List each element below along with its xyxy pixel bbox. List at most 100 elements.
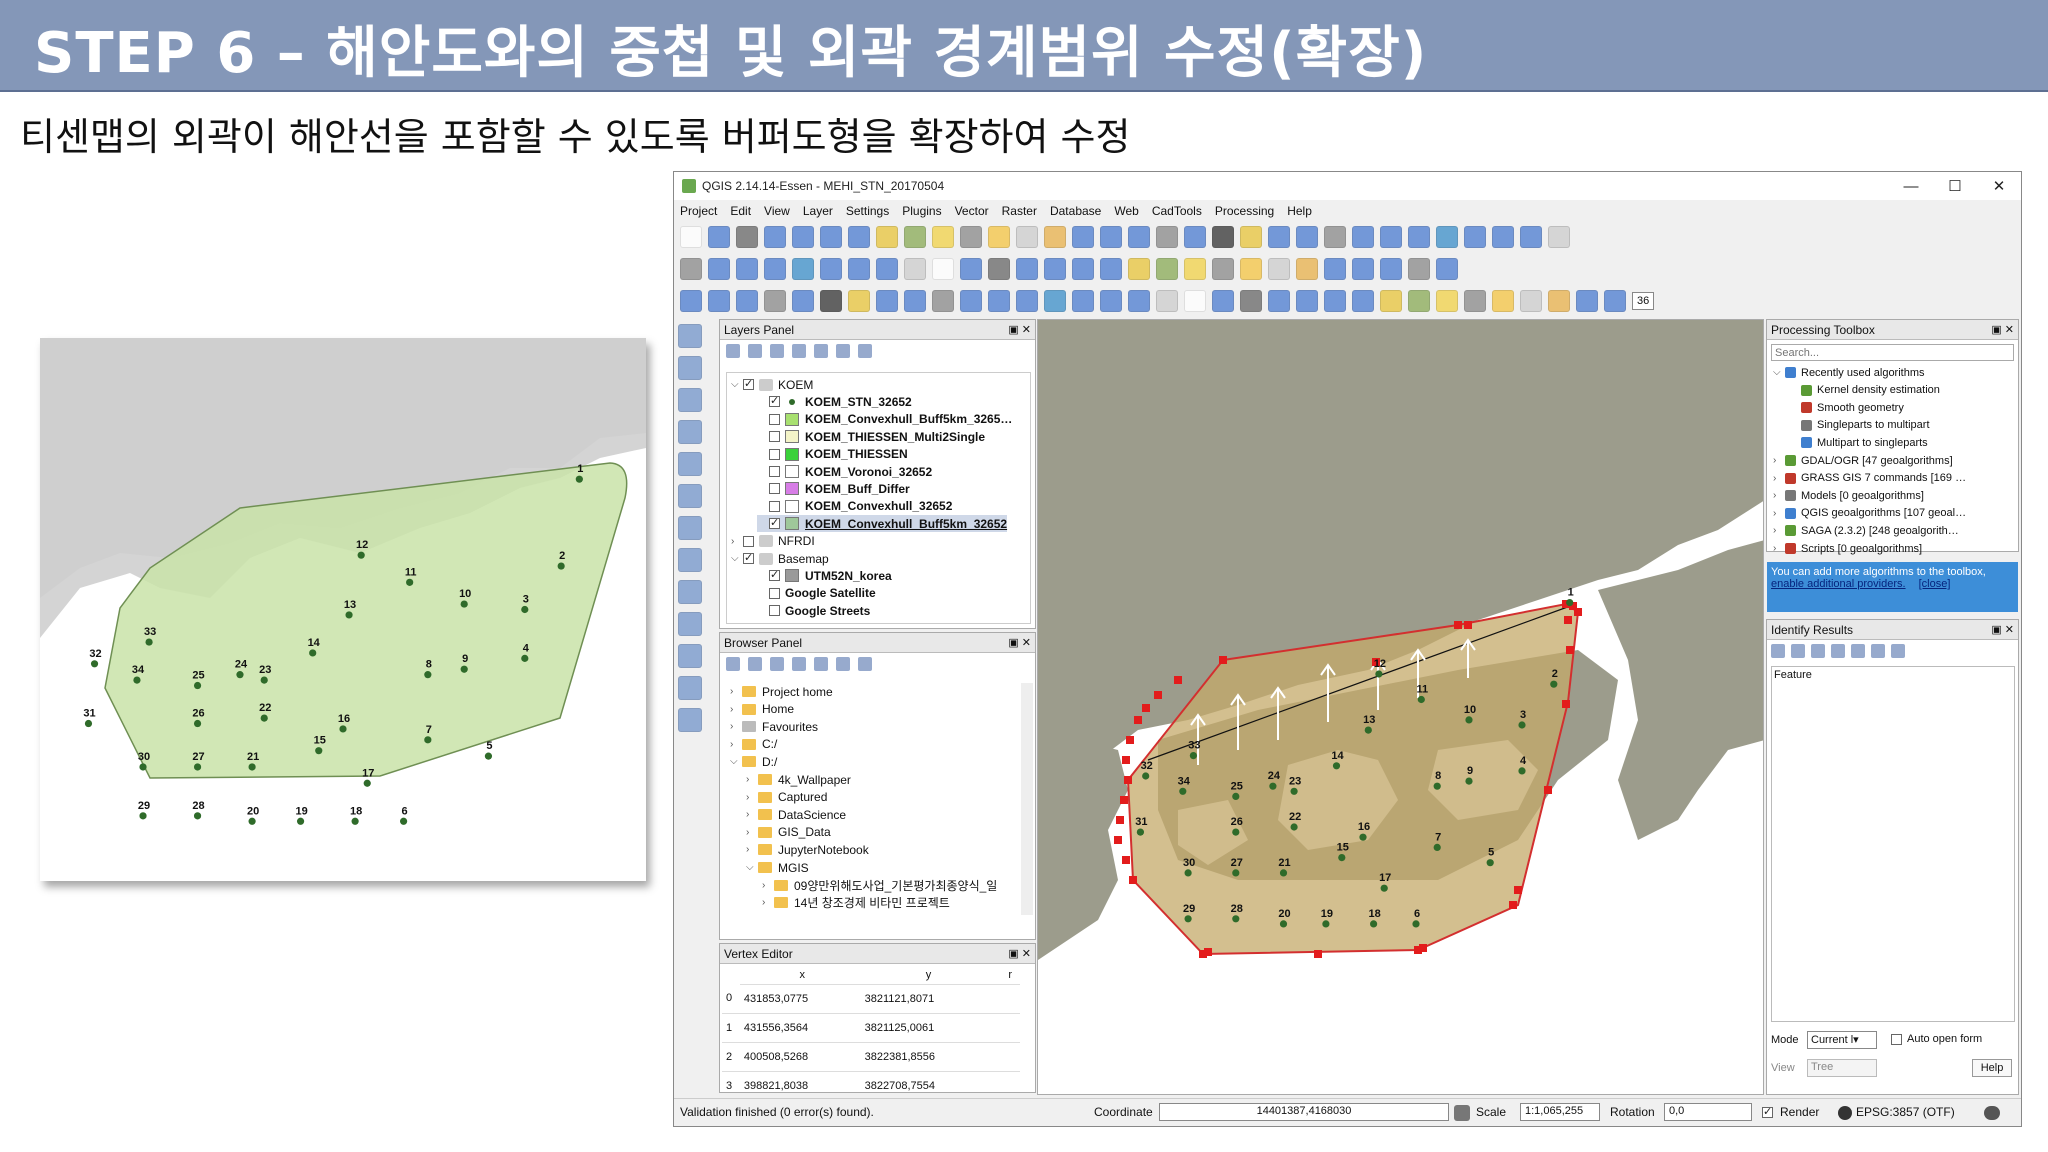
toolbar-button-2-18[interactable] [1156, 258, 1178, 280]
menu-processing[interactable]: Processing [1215, 204, 1274, 218]
scale-select[interactable]: 1:1,065,255 [1520, 1103, 1600, 1121]
messages-icon[interactable] [1984, 1106, 2000, 1120]
toolbar-button-3-26[interactable] [1380, 290, 1402, 312]
toolbar-button-3-32[interactable] [1548, 290, 1570, 312]
vertex-marker[interactable] [1544, 786, 1552, 794]
table-row[interactable]: 3 398821,8038 3822708,7554 [722, 1071, 1020, 1101]
toolbar-button-2-1[interactable] [680, 258, 702, 280]
side-toolbar-button-4[interactable] [678, 420, 702, 444]
vertex-cell[interactable]: 2 [722, 1042, 740, 1072]
vertex-marker[interactable] [1124, 776, 1132, 784]
vertex-cell[interactable]: 3822708,7554 [860, 1071, 993, 1101]
menu-web[interactable]: Web [1114, 204, 1138, 218]
processing-item[interactable]: Kernel density estimation [1801, 382, 1940, 399]
toolbar-button-1-32[interactable] [1548, 226, 1570, 248]
browsertools-button-6[interactable] [836, 657, 850, 671]
toolbar-button-3-13[interactable] [1016, 290, 1038, 312]
menu-project[interactable]: Project [680, 204, 717, 218]
toolbar-button-2-11[interactable] [960, 258, 982, 280]
toolbar-button-3-34[interactable] [1604, 290, 1626, 312]
side-toolbar-button-6[interactable] [678, 484, 702, 508]
identtools-button-7[interactable] [1891, 644, 1905, 658]
browsertools-button-4[interactable] [792, 657, 806, 671]
layer-visibility-checkbox[interactable] [743, 535, 754, 547]
layertools-button-3[interactable] [770, 344, 784, 358]
crs-status[interactable]: EPSG:3857 (OTF) [1856, 1105, 1955, 1119]
menu-settings[interactable]: Settings [846, 204, 889, 218]
identtools-button-1[interactable] [1771, 644, 1785, 658]
toolbar-button-1-5[interactable] [792, 226, 814, 248]
vertex-marker[interactable] [1134, 716, 1142, 724]
chevron-right-icon[interactable]: › [1773, 490, 1785, 501]
menu-vector[interactable]: Vector [955, 204, 989, 218]
menu-cadtools[interactable]: CadTools [1152, 204, 1202, 218]
chevron-right-icon[interactable]: › [746, 827, 758, 838]
toolbar-button-2-4[interactable] [764, 258, 786, 280]
side-toolbar-button-10[interactable] [678, 612, 702, 636]
browser-item[interactable]: › GIS_Data [746, 824, 831, 841]
toolbar-button-3-22[interactable] [1268, 290, 1290, 312]
layer-item[interactable]: KOEM_THIESSEN [757, 446, 908, 463]
chevron-right-icon[interactable]: › [1773, 508, 1785, 519]
toolbar-button-1-18[interactable] [1156, 226, 1178, 248]
chevron-down-icon[interactable]: ⌵ [746, 862, 758, 873]
close-info-link[interactable]: [close] [1919, 578, 1951, 590]
vertex-col-r[interactable]: r [992, 966, 1020, 985]
toolbar-button-2-19[interactable] [1184, 258, 1206, 280]
menu-database[interactable]: Database [1050, 204, 1101, 218]
layer-visibility-checkbox[interactable] [769, 466, 780, 477]
vertex-marker[interactable] [1564, 616, 1572, 624]
identify-help-button[interactable]: Help [1972, 1059, 2012, 1077]
toolbar-button-1-27[interactable] [1408, 226, 1430, 248]
chevron-right-icon[interactable]: › [762, 897, 774, 908]
layer-item[interactable]: ⌵ KOEM [731, 376, 813, 393]
vertex-marker[interactable] [1314, 950, 1322, 958]
vertex-marker[interactable] [1574, 608, 1582, 616]
toolbar-button-3-25[interactable] [1352, 290, 1374, 312]
chevron-right-icon[interactable]: › [730, 704, 742, 715]
browsertools-button-3[interactable] [770, 657, 784, 671]
vertex-marker[interactable] [1514, 886, 1522, 894]
layer-visibility-checkbox[interactable] [743, 377, 754, 390]
toolbar-button-3-5[interactable] [792, 290, 814, 312]
vertex-cell[interactable]: 3821125,0061 [860, 1013, 993, 1043]
processing-toolbox-buttons[interactable]: ▣ ✕ [1991, 320, 2014, 340]
vertex-marker[interactable] [1509, 901, 1517, 909]
toolbar-button-1-13[interactable] [1016, 226, 1038, 248]
chevron-right-icon[interactable]: › [730, 721, 742, 732]
processing-item[interactable]: Multipart to singleparts [1801, 434, 1928, 451]
toolbar-button-1-31[interactable] [1520, 226, 1542, 248]
layer-item[interactable]: KOEM_Convexhull_Buff5km_3265… [757, 411, 1012, 428]
chevron-down-icon[interactable]: ⌵ [731, 379, 743, 390]
layer-visibility-checkbox[interactable] [769, 448, 780, 460]
toolbar-button-3-31[interactable] [1520, 290, 1542, 312]
vertex-cell[interactable]: 3822381,8556 [860, 1042, 993, 1072]
identtools-button-2[interactable] [1791, 644, 1805, 658]
vertex-editor-buttons[interactable]: ▣ ✕ [1008, 944, 1031, 964]
toolbar-button-3-27[interactable] [1408, 290, 1430, 312]
processing-item[interactable]: ⌵ Recently used algorithms [1773, 364, 1925, 381]
toolbar-button-2-12[interactable] [988, 258, 1010, 280]
vertex-marker[interactable] [1116, 816, 1124, 824]
processing-item[interactable]: › Scripts [0 geoalgorithms] [1773, 540, 1922, 557]
toolbar-button-3-9[interactable] [904, 290, 926, 312]
vertex-cell[interactable]: 431853,0775 [739, 984, 861, 1014]
toolbar-button-3-33[interactable] [1576, 290, 1598, 312]
layer-item[interactable]: KOEM_Convexhull_Buff5km_32652 [757, 515, 1008, 533]
menu-raster[interactable]: Raster [1002, 204, 1037, 218]
side-toolbar-button-1[interactable] [678, 324, 702, 348]
close-button[interactable]: ✕ [1977, 172, 2021, 200]
table-row[interactable]: 1 431556,3564 3821125,0061 [722, 1013, 1020, 1043]
chevron-right-icon[interactable]: › [1773, 455, 1785, 466]
toolbar-button-3-4[interactable] [764, 290, 786, 312]
toolbar-button-3-1[interactable] [680, 290, 702, 312]
map-canvas[interactable]: 1 2 3 4 5 6 7 8 9 10 11 12 13 14 15 16 17 18 19 20 21 22 23 24 2… [1037, 319, 1764, 1095]
layertools-button-5[interactable] [814, 344, 828, 358]
toolbar-button-2-9[interactable] [904, 258, 926, 280]
layer-item[interactable]: Google Streets [757, 602, 870, 619]
chevron-right-icon[interactable]: › [731, 536, 743, 547]
vertex-marker[interactable] [1419, 944, 1427, 952]
processing-item[interactable]: Smooth geometry [1801, 399, 1904, 416]
side-toolbar-button-2[interactable] [678, 356, 702, 380]
rotation-spinbox[interactable]: 0,0 [1664, 1103, 1752, 1121]
